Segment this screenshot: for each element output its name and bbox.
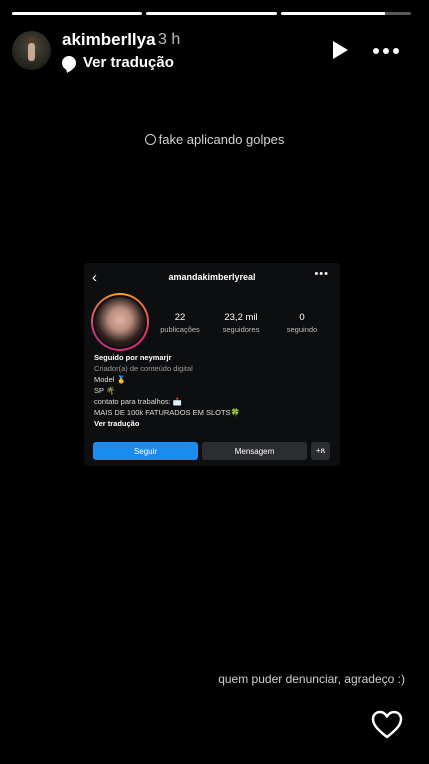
suggest-user-button: +ጸ <box>311 442 330 460</box>
stat-following: 0 seguindo <box>274 312 330 334</box>
speech-bubble-icon <box>62 55 76 70</box>
bio-line: SP 🌴 <box>94 386 116 395</box>
progress-segment <box>12 12 143 15</box>
play-icon[interactable] <box>333 41 348 59</box>
stat-followers: 23,2 mil seguidores <box>213 312 269 334</box>
profile-category: Criador(a) de conteúdo digital <box>94 364 193 373</box>
heart-icon[interactable] <box>371 710 403 740</box>
bio-line: Model 🥇 <box>94 375 126 384</box>
see-translation-label: Ver tradução <box>83 54 174 71</box>
profile-screenshot: ‹ amandakimberlyreal ••• 22 publicações … <box>84 263 340 466</box>
bio-line: contato para trabalhos: 📩 <box>94 397 183 406</box>
followed-by: Seguido por neymarjr <box>94 353 172 362</box>
follow-button: Seguir <box>93 442 198 460</box>
more-options-icon[interactable] <box>373 48 399 54</box>
caption-text: fake aplicando golpes <box>158 132 285 147</box>
profile-username: amandakimberlyreal <box>168 272 256 282</box>
stat-value: 23,2 mil <box>224 312 258 323</box>
bio-line: MAIS DE 100k FATURADOS EM SLOTS🍀 <box>94 408 240 417</box>
story-progress <box>12 12 411 15</box>
story-caption-top: fake aplicando golpes <box>0 132 429 147</box>
stat-posts: 22 publicações <box>152 312 208 334</box>
story-time: 3 h <box>158 31 181 48</box>
stat-label: seguidores <box>222 325 260 334</box>
stat-value: 0 <box>299 312 305 323</box>
story-username[interactable]: akimberllya <box>62 30 156 50</box>
stat-label: seguindo <box>286 325 318 334</box>
avatar[interactable] <box>12 31 51 70</box>
progress-segment <box>280 12 411 15</box>
profile-avatar <box>91 293 149 351</box>
story-caption-bottom: quem puder denunciar, agradeço :) <box>218 672 405 686</box>
see-translation-button[interactable]: Ver tradução <box>62 54 174 71</box>
profile-bio: Seguido por neymarjr Criador(a) de conte… <box>94 352 240 429</box>
progress-fill <box>146 12 277 15</box>
profile-translate: Ver tradução <box>94 419 140 428</box>
progress-segment <box>146 12 277 15</box>
progress-fill <box>12 12 143 15</box>
stat-label: publicações <box>160 325 200 334</box>
message-button: Mensagem <box>202 442 307 460</box>
profile-more-icon: ••• <box>314 268 329 280</box>
progress-fill <box>280 12 385 15</box>
threads-icon <box>144 134 156 145</box>
stat-value: 22 <box>174 312 186 323</box>
